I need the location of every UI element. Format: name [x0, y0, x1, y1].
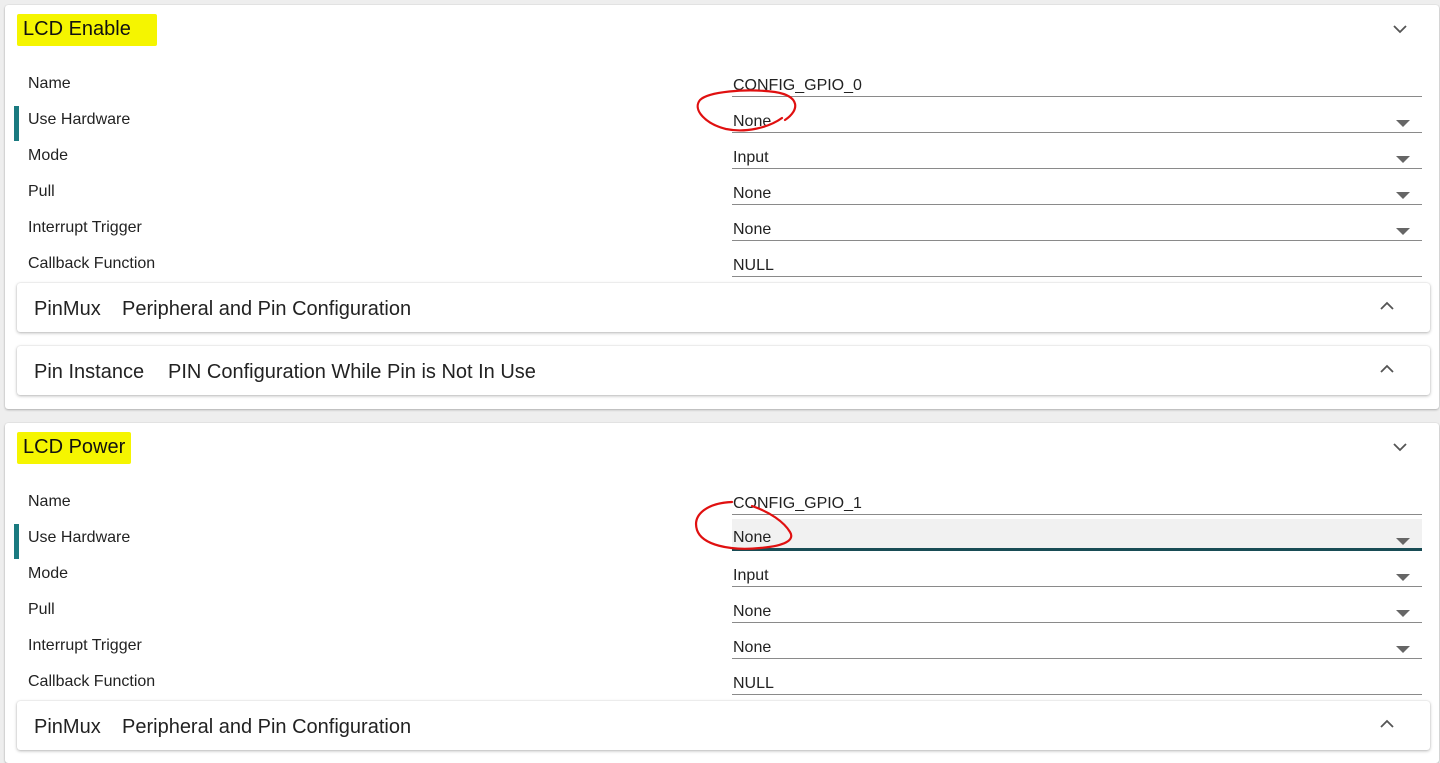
field-label: Pull: [28, 601, 55, 618]
field-row-callback-function: Callback Function NULL: [5, 245, 1439, 281]
field-label: Use Hardware: [28, 529, 131, 546]
section-title[interactable]: LCD Enable: [17, 14, 157, 46]
name-input[interactable]: CONFIG_GPIO_0: [732, 65, 1422, 97]
subpanel-title: PinMux: [34, 298, 101, 320]
field-row-use-hardware: Use Hardware None: [5, 101, 1439, 141]
required-marker: [14, 106, 19, 141]
field-value: CONFIG_GPIO_1: [733, 495, 862, 512]
field-row-name: Name CONFIG_GPIO_0: [5, 65, 1439, 101]
field-label: Callback Function: [28, 673, 156, 690]
field-value: Input: [733, 149, 769, 166]
subpanel-pinmux[interactable]: PinMux Peripheral and Pin Configuration: [17, 701, 1430, 750]
caret-down-icon[interactable]: [1396, 538, 1410, 545]
field-value: None: [733, 529, 772, 546]
caret-down-icon[interactable]: [1396, 574, 1410, 581]
section-title-text: LCD Enable: [17, 14, 157, 46]
chevron-down-icon[interactable]: [1391, 438, 1409, 456]
field-label: Mode: [28, 147, 69, 164]
section-lcd-power: LCD Power Name CONFIG_GPIO_1 Use Hardwar…: [5, 423, 1439, 763]
pull-select[interactable]: None: [732, 591, 1422, 623]
field-value: None: [733, 221, 772, 238]
field-value: CONFIG_GPIO_0: [733, 77, 862, 94]
field-label: Mode: [28, 565, 69, 582]
required-marker: [14, 524, 19, 559]
field-row-pull: Pull None: [5, 173, 1439, 209]
field-row-name: Name CONFIG_GPIO_1: [5, 483, 1439, 519]
caret-down-icon[interactable]: [1396, 192, 1410, 199]
pull-select[interactable]: None: [732, 173, 1422, 205]
chevron-up-icon[interactable]: [1378, 360, 1396, 378]
subpanel-description: Peripheral and Pin Configuration: [122, 716, 412, 738]
section-lcd-enable: LCD Enable Name CONFIG_GPIO_0 Use Hardwa…: [5, 5, 1439, 409]
field-value: NULL: [733, 675, 774, 692]
name-input[interactable]: CONFIG_GPIO_1: [732, 483, 1422, 515]
field-value: NULL: [733, 257, 774, 274]
caret-down-icon[interactable]: [1396, 228, 1410, 235]
field-row-mode: Mode Input: [5, 555, 1439, 591]
field-row-callback-function: Callback Function NULL: [5, 663, 1439, 699]
field-row-mode: Mode Input: [5, 137, 1439, 173]
subpanel-title: Pin Instance: [34, 361, 145, 383]
chevron-up-icon[interactable]: [1378, 715, 1396, 733]
subpanel-title: PinMux: [34, 716, 101, 738]
field-label: Name: [28, 493, 71, 510]
interrupt-trigger-select[interactable]: None: [732, 209, 1422, 241]
callback-function-input[interactable]: NULL: [732, 245, 1422, 277]
field-value: None: [733, 603, 772, 620]
subpanel-pin-instance[interactable]: Pin Instance PIN Configuration While Pin…: [17, 346, 1430, 395]
mode-select[interactable]: Input: [732, 555, 1422, 587]
use-hardware-select[interactable]: None: [732, 519, 1422, 551]
field-row-pull: Pull None: [5, 591, 1439, 627]
subpanel-pinmux[interactable]: PinMux Peripheral and Pin Configuration: [17, 283, 1430, 332]
field-label: Callback Function: [28, 255, 156, 272]
field-label: Interrupt Trigger: [28, 219, 142, 236]
subpanel-description: Peripheral and Pin Configuration: [122, 298, 412, 320]
field-value: Input: [733, 567, 769, 584]
field-label: Interrupt Trigger: [28, 637, 142, 654]
field-row-interrupt-trigger: Interrupt Trigger None: [5, 209, 1439, 245]
caret-down-icon[interactable]: [1396, 120, 1410, 127]
section-title[interactable]: LCD Power: [17, 432, 132, 464]
chevron-down-icon[interactable]: [1391, 20, 1409, 38]
subpanel-description: PIN Configuration While Pin is Not In Us…: [168, 361, 536, 383]
callback-function-input[interactable]: NULL: [732, 663, 1422, 695]
caret-down-icon[interactable]: [1396, 156, 1410, 163]
chevron-up-icon[interactable]: [1378, 297, 1396, 315]
use-hardware-select[interactable]: None: [732, 101, 1422, 133]
field-value: None: [733, 185, 772, 202]
caret-down-icon[interactable]: [1396, 610, 1410, 617]
field-value: None: [733, 113, 772, 130]
caret-down-icon[interactable]: [1396, 646, 1410, 653]
field-label: Name: [28, 75, 71, 92]
section-title-text: LCD Power: [17, 432, 132, 464]
field-row-interrupt-trigger: Interrupt Trigger None: [5, 627, 1439, 663]
field-label: Pull: [28, 183, 55, 200]
field-label: Use Hardware: [28, 111, 131, 128]
mode-select[interactable]: Input: [732, 137, 1422, 169]
field-value: None: [733, 639, 772, 656]
interrupt-trigger-select[interactable]: None: [732, 627, 1422, 659]
field-row-use-hardware: Use Hardware None: [5, 519, 1439, 559]
